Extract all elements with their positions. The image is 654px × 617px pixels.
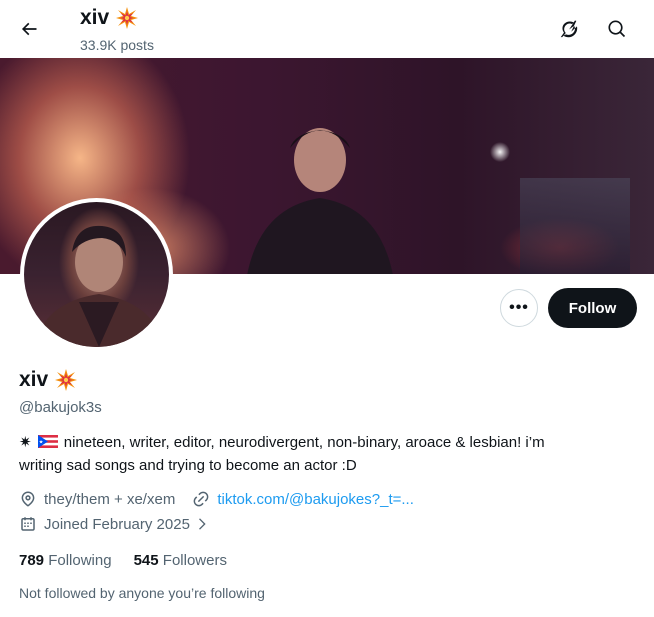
bio-line-1: nineteen, writer, editor, neurodivergent… (63, 434, 545, 451)
header-name: xiv (80, 6, 110, 29)
display-name: xiv (19, 368, 78, 392)
top-bar: xiv 33.9K posts (0, 0, 654, 58)
followers-link[interactable]: 545 Followers (134, 552, 227, 569)
collision-emoji-icon (116, 7, 139, 29)
banner-person-silhouette (247, 128, 393, 274)
header-title: xiv (80, 6, 139, 30)
posts-count: 33.9K posts (80, 37, 154, 53)
pronouns-text: they/them + xe/xem (44, 490, 176, 508)
following-link[interactable]: 789 Following (19, 552, 112, 569)
followers-label: Followers (162, 552, 227, 569)
collision-emoji-icon (55, 369, 78, 391)
joined-date-text: Joined February 2025 (44, 515, 190, 533)
grok-icon (560, 20, 578, 38)
sparkle-emoji-icon: ✷ (19, 434, 32, 451)
banner-background-structure (520, 178, 630, 274)
profile-bio: ✷ nineteen, writer, editor, neurodiverge… (19, 431, 639, 477)
following-count: 789 (19, 552, 45, 569)
profile-handle: @bakujok3s (19, 399, 102, 416)
bio-line-2: writing sad songs and trying to become a… (19, 457, 357, 474)
following-label: Following (48, 552, 112, 569)
back-arrow-icon (21, 22, 37, 36)
joined-row[interactable]: Joined February 2025 (19, 515, 210, 533)
follow-button[interactable]: Follow (548, 288, 637, 328)
chevron-right-icon (198, 518, 206, 530)
follow-stats: 789 Following 545 Followers (19, 552, 227, 569)
display-name-text: xiv (19, 368, 49, 391)
grok-button[interactable] (550, 10, 588, 48)
more-options-icon: ••• (509, 299, 529, 316)
search-button[interactable] (598, 10, 636, 48)
back-button[interactable] (10, 10, 48, 48)
calendar-icon (21, 517, 35, 531)
followers-count: 545 (133, 552, 159, 569)
avatar-frame[interactable] (20, 198, 173, 351)
more-options-button[interactable]: ••• (500, 289, 538, 327)
avatar-person-image (34, 225, 164, 347)
puerto-rico-flag-icon (37, 435, 58, 448)
location-pin-icon (21, 491, 35, 507)
profile-website-link[interactable]: tiktok.com/@bakujokes?_t=... (217, 491, 414, 508)
profile-meta-row: they/them + xe/xem tiktok.com/@bakujokes… (19, 490, 414, 508)
avatar (24, 202, 169, 347)
link-icon (193, 491, 209, 507)
not-followed-notice: Not followed by anyone you’re following (19, 585, 265, 601)
search-icon (608, 20, 626, 38)
